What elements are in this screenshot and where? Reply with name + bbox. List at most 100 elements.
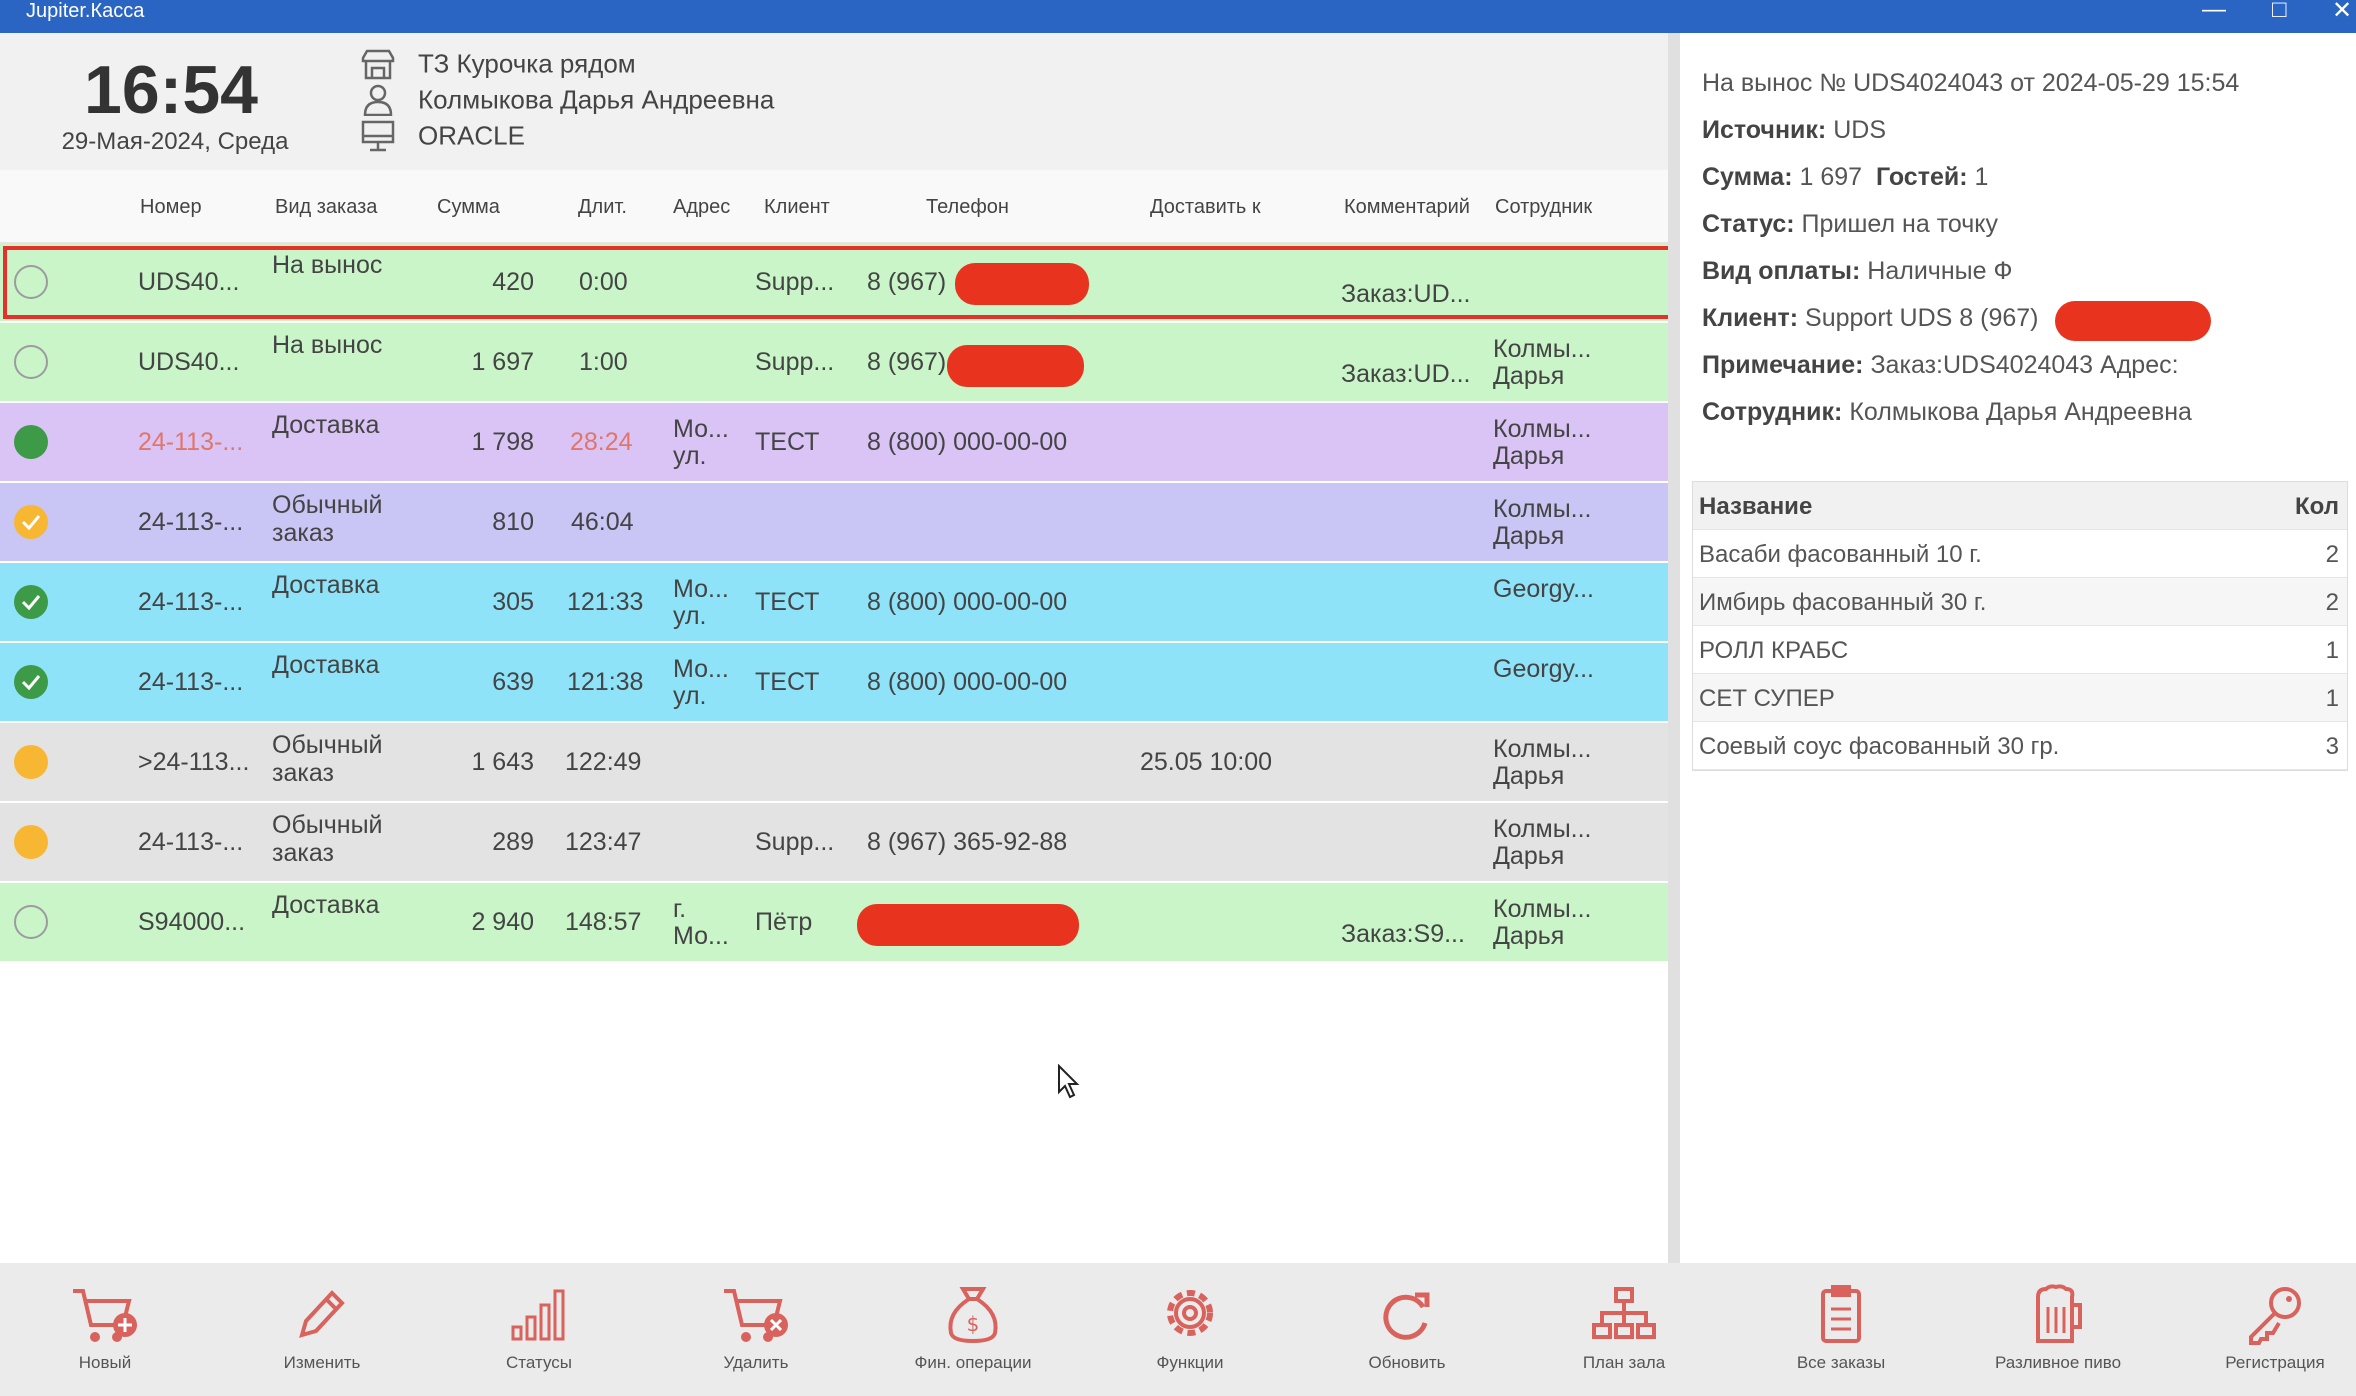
order-type: Доставка <box>272 651 380 679</box>
order-sum: 639 <box>492 668 534 696</box>
order-sum: 2 940 <box>471 908 534 936</box>
order-number: >24-113... <box>138 748 250 776</box>
order-number: S94000... <box>138 908 246 936</box>
maximize-button[interactable]: □ <box>2272 0 2287 24</box>
status-filled-icon[interactable] <box>14 745 48 779</box>
table-row[interactable]: S94000... Доставка 2 940 148:57 г. Мо...… <box>0 883 1668 963</box>
redaction-mark <box>857 904 1079 946</box>
functions-button-label: Функции <box>1156 1353 1224 1372</box>
order-duration: 46:04 <box>571 508 634 536</box>
order-employee-name: Дарья <box>1493 922 1565 950</box>
close-button[interactable]: ✕ <box>2332 0 2352 25</box>
order-duration: 1:00 <box>579 348 628 376</box>
table-row[interactable]: >24-113... Обычный заказ 1 643 122:49 25… <box>0 723 1668 803</box>
order-address: Мо... <box>673 575 729 603</box>
order-sum: 289 <box>492 828 534 856</box>
item-row[interactable]: Имбирь фасованный 30 г. 2 <box>1693 578 2347 626</box>
table-row[interactable]: 24-113-... Обычный заказ 289 123:47 Supp… <box>0 803 1668 883</box>
order-duration: 28:24 <box>570 428 633 456</box>
redaction-mark <box>2055 301 2211 341</box>
order-employee: Колмы... <box>1493 495 1592 523</box>
col-comment[interactable]: Комментарий <box>1344 196 1470 219</box>
col-item-name[interactable]: Название <box>1699 493 1812 521</box>
status-check-icon[interactable] <box>14 505 48 539</box>
bar-chart-icon <box>511 1289 565 1341</box>
col-phone[interactable]: Телефон <box>926 196 1009 219</box>
pane-splitter[interactable] <box>1668 33 1680 1263</box>
status-empty-icon[interactable] <box>14 905 48 939</box>
status-filled-icon[interactable] <box>14 425 48 459</box>
order-client: ТЕСТ <box>755 588 820 616</box>
detail-sum: Сумма: 1 697 Гостей: 1 <box>1702 163 1989 191</box>
col-deliver-to[interactable]: Доставить к <box>1150 196 1261 219</box>
col-number[interactable]: Номер <box>140 196 202 219</box>
item-row[interactable]: Васаби фасованный 10 г. 2 <box>1693 530 2347 578</box>
check-icon <box>21 515 41 531</box>
delete-button[interactable]: Удалить <box>656 1283 856 1373</box>
order-comment: Заказ:UD... <box>1341 360 1471 388</box>
functions-button[interactable]: Функции <box>1090 1283 1290 1373</box>
selection-highlight <box>3 246 1711 319</box>
user-icon <box>363 84 393 117</box>
status-empty-icon[interactable] <box>14 345 48 379</box>
status-filled-icon[interactable] <box>14 825 48 859</box>
beer-mug-icon <box>2036 1284 2082 1343</box>
item-row[interactable]: СЕТ СУПЕР 1 <box>1693 674 2347 722</box>
statuses-button-label: Статусы <box>506 1353 572 1372</box>
order-address-line2: Мо... <box>673 922 729 950</box>
order-duration: 122:49 <box>565 748 642 776</box>
col-item-qty[interactable]: Кол <box>2295 493 2339 521</box>
order-client: Пётр <box>755 908 813 936</box>
minimize-button[interactable]: — <box>2202 0 2226 24</box>
order-sum: 1 697 <box>471 348 534 376</box>
all-orders-button[interactable]: Все заказы <box>1741 1283 1941 1373</box>
detail-source: Источник: UDS <box>1702 116 1887 144</box>
store-info: ТЗ Курочка рядом <box>360 47 636 80</box>
status-check-icon[interactable] <box>14 585 48 619</box>
pencil-icon <box>299 1290 345 1338</box>
table-row[interactable]: 24-113-... Доставка 1 798 28:24 Мо... ул… <box>0 403 1668 483</box>
refresh-button[interactable]: Обновить <box>1307 1283 1507 1373</box>
table-row[interactable]: 24-113-... Доставка 639 121:38 Мо... ул.… <box>0 643 1668 723</box>
item-row[interactable]: РОЛЛ КРАБС 1 <box>1693 626 2347 674</box>
item-row[interactable]: Соевый соус фасованный 30 гр. 3 <box>1693 722 2347 770</box>
clipboard-icon <box>1821 1285 1861 1343</box>
order-comment: Заказ:S9... <box>1341 920 1465 948</box>
order-address-line2: ул. <box>673 682 707 710</box>
col-sum[interactable]: Сумма <box>437 196 500 219</box>
col-type[interactable]: Вид заказа <box>275 196 377 219</box>
col-address[interactable]: Адрес <box>673 196 730 219</box>
fin-operations-button[interactable]: $ Фин. операции <box>873 1283 1073 1373</box>
registration-button[interactable]: Регистрация <box>2175 1283 2356 1373</box>
status-check-icon[interactable] <box>14 665 48 699</box>
order-address-line2: ул. <box>673 602 707 630</box>
edit-button[interactable]: Изменить <box>222 1283 422 1373</box>
order-type: Доставка <box>272 891 380 919</box>
item-qty: 2 <box>2325 541 2339 568</box>
col-client[interactable]: Клиент <box>764 196 830 219</box>
table-row[interactable]: UDS40... На вынос 1 697 1:00 Supp... 8 (… <box>0 323 1668 403</box>
table-row[interactable]: 24-113-... Доставка 305 121:33 Мо... ул.… <box>0 563 1668 643</box>
floor-plan-button[interactable]: План зала <box>1524 1283 1724 1373</box>
statuses-button[interactable]: Статусы <box>439 1283 639 1373</box>
order-address: г. <box>673 895 687 923</box>
svg-text:$: $ <box>967 1312 980 1336</box>
order-employee: Колмы... <box>1493 735 1592 763</box>
order-client: ТЕСТ <box>755 668 820 696</box>
col-employee[interactable]: Сотрудник <box>1495 196 1592 219</box>
order-employee: Georgy... <box>1493 655 1594 683</box>
order-employee: Georgy... <box>1493 575 1594 603</box>
terminal-name: ORACLE <box>418 120 525 151</box>
order-sum: 305 <box>492 588 534 616</box>
table-row[interactable]: 24-113-... Обычный заказ 810 46:04 Колмы… <box>0 483 1668 563</box>
order-type-line2: заказ <box>272 519 334 547</box>
col-duration[interactable]: Длит. <box>578 196 627 219</box>
new-button[interactable]: Новый <box>5 1283 205 1373</box>
fin-operations-label: Фин. операции <box>914 1353 1032 1372</box>
order-type: Обычный <box>272 811 383 839</box>
draft-beer-button[interactable]: Разливное пиво <box>1958 1283 2158 1373</box>
order-client: ТЕСТ <box>755 428 820 456</box>
refresh-button-label: Обновить <box>1368 1353 1446 1372</box>
items-table-header: Название Кол <box>1693 482 2347 530</box>
order-type: Обычный <box>272 491 383 519</box>
